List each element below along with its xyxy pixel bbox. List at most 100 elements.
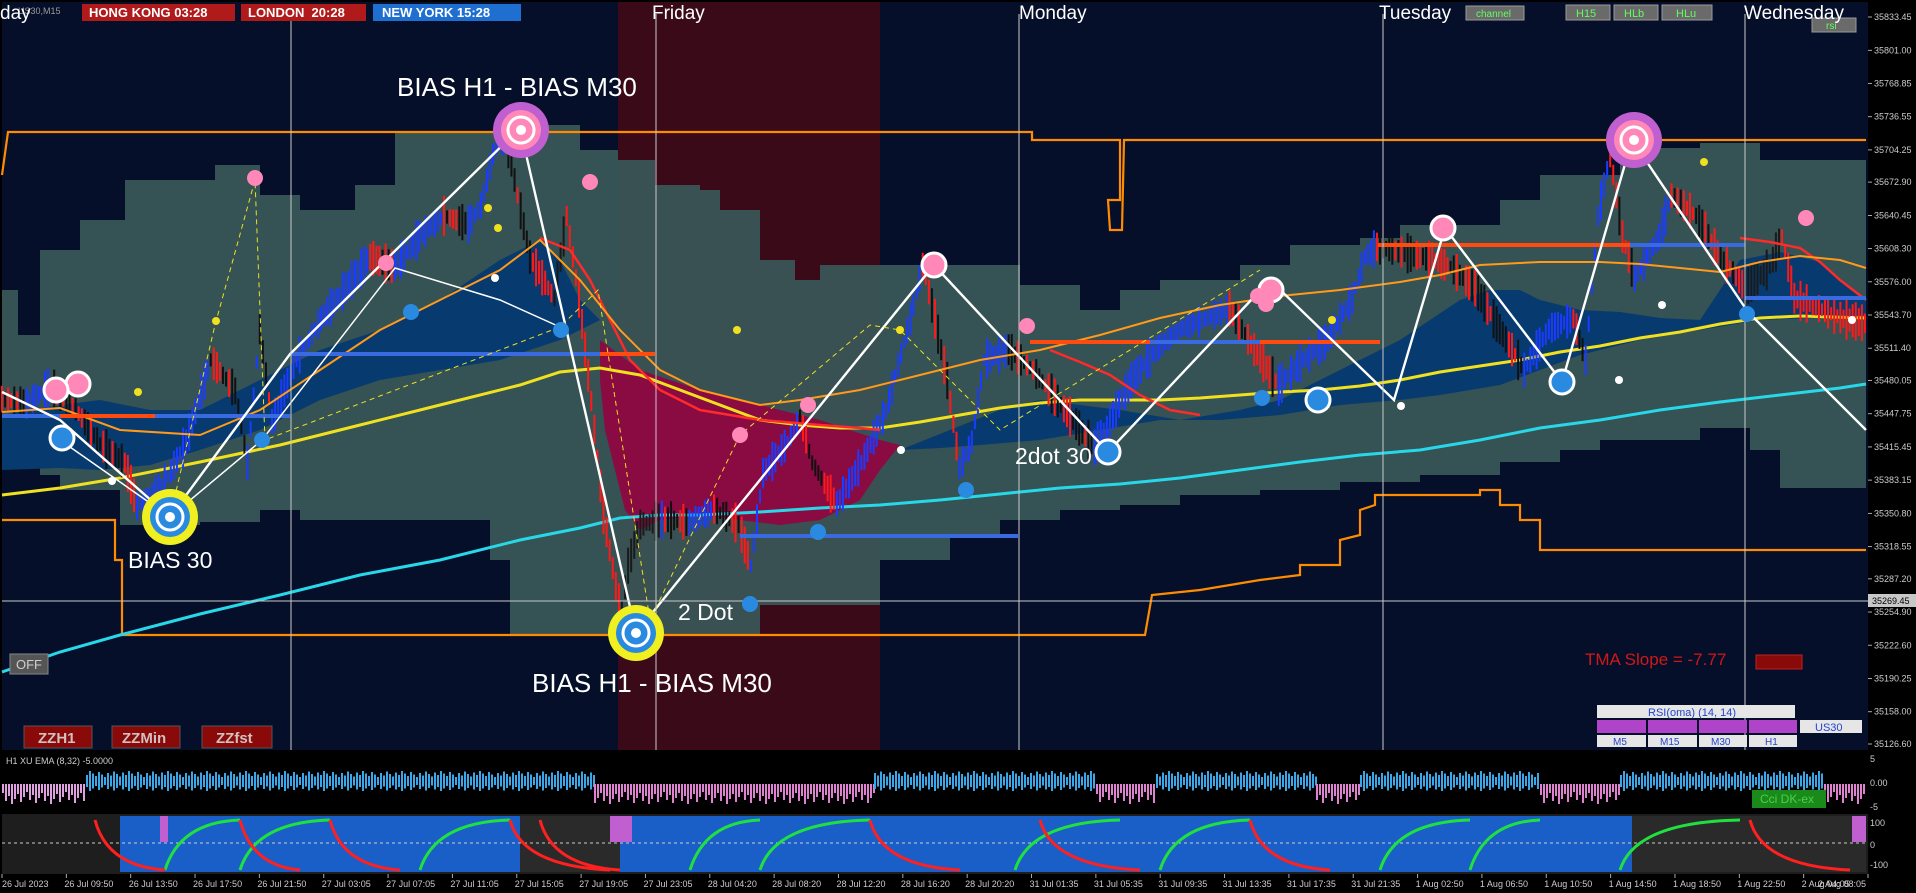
h15-button[interactable]: H15 bbox=[1565, 4, 1611, 21]
indicator-1-bar bbox=[877, 775, 879, 787]
indicator-1-bar bbox=[672, 784, 674, 803]
current-price-label: 35269.45 bbox=[1872, 596, 1910, 606]
indicator-1-bar bbox=[1516, 775, 1518, 787]
indicator-1-bar bbox=[1192, 771, 1194, 791]
indicator-1-bar bbox=[1210, 773, 1212, 789]
annotation-bias-h1-m30-bottom: BIAS H1 - BIAS M30 bbox=[532, 668, 772, 698]
indicator-1-bar bbox=[603, 784, 605, 801]
indicator-1-bar bbox=[176, 772, 178, 790]
rsi-tf-m15[interactable]: M15 bbox=[1660, 737, 1680, 748]
day-label-wednesday: Wednesday bbox=[1744, 3, 1844, 24]
indicator-1-bar bbox=[925, 776, 927, 786]
indicator-1-bar bbox=[482, 773, 484, 789]
time-axis-label: 28 Jul 12:20 bbox=[836, 879, 885, 889]
indicator-1-bar bbox=[587, 776, 589, 786]
indicator-1-bar bbox=[1111, 784, 1113, 795]
price-axis-label: 35222.60 bbox=[1874, 640, 1912, 650]
indicator-2-plot bbox=[2, 816, 1866, 872]
indicator-1-bar bbox=[158, 776, 160, 786]
indicator-1-bar bbox=[1839, 784, 1841, 795]
indicator-1-bar bbox=[801, 784, 803, 796]
time-axis-label: 28 Jul 20:20 bbox=[965, 879, 1014, 889]
zzfst-button[interactable]: ZZfst bbox=[201, 725, 273, 749]
indicator-1-bar bbox=[1381, 773, 1383, 789]
indicator-1-bar bbox=[843, 784, 845, 804]
indicator-1-bar bbox=[1165, 775, 1167, 787]
indicator-1-bar bbox=[940, 776, 942, 786]
indicator-1-bar bbox=[771, 784, 773, 794]
indicator-1-bar bbox=[1513, 772, 1515, 790]
hlu-button[interactable]: HLu bbox=[1661, 4, 1713, 21]
indicator-1-bar bbox=[407, 776, 409, 786]
indicator-1-bar bbox=[1276, 776, 1278, 786]
indicator-1-bar bbox=[1000, 774, 1002, 788]
indicator-1-bar bbox=[1039, 774, 1041, 788]
indicator-1-bar bbox=[669, 784, 671, 795]
indicator-1-bar bbox=[1650, 774, 1652, 788]
rsi-tf-h1[interactable]: H1 bbox=[1765, 737, 1778, 748]
pink-dot-marker bbox=[378, 255, 394, 271]
price-axis-label: 35511.40 bbox=[1874, 343, 1911, 353]
zzmin-button[interactable]: ZZMin bbox=[111, 725, 181, 749]
indicator-1-bar bbox=[895, 771, 897, 791]
indicator-1-bar bbox=[20, 784, 22, 802]
indicator-1-bar bbox=[332, 772, 334, 790]
indicator-1-bar bbox=[500, 775, 502, 787]
off-button[interactable]: OFF bbox=[9, 653, 49, 675]
indicator-1-bar bbox=[1600, 784, 1602, 799]
indicator-1-bar bbox=[1567, 784, 1569, 802]
indicator-1-bar bbox=[1153, 784, 1155, 803]
white-dot-marker bbox=[1615, 376, 1623, 384]
indicator-1-bar bbox=[377, 777, 379, 785]
indicator-1-bar bbox=[1791, 774, 1793, 788]
indicator-1-bar bbox=[1594, 784, 1596, 796]
time-axis-label: 1 Aug 22:50 bbox=[1737, 879, 1785, 889]
indicator-1-bar bbox=[107, 773, 109, 789]
indicator-1-bar bbox=[533, 777, 535, 785]
yellow-dot-marker bbox=[484, 204, 492, 212]
indicator-1-bar bbox=[572, 777, 574, 785]
indicator-1-bar bbox=[557, 771, 559, 791]
indicator-1-bar bbox=[889, 772, 891, 790]
indicator-1-bar bbox=[1435, 772, 1437, 790]
indicator-1-bar bbox=[365, 773, 367, 789]
day-label-0: day bbox=[0, 3, 31, 24]
rsi-tf-m30[interactable]: M30 bbox=[1711, 737, 1731, 748]
indicator-1-bar bbox=[1606, 784, 1608, 802]
indicator-1-bar bbox=[1537, 773, 1539, 789]
indicator-1-bar bbox=[218, 774, 220, 788]
indicator-1-bar bbox=[305, 775, 307, 787]
indicator-1-bar bbox=[837, 784, 839, 801]
indicator-1-bar bbox=[1162, 772, 1164, 790]
indicator-1-bar bbox=[994, 775, 996, 787]
indicator-1-bar bbox=[732, 784, 734, 794]
time-axis-label: 27 Jul 15:05 bbox=[515, 879, 564, 889]
indicator-1-bar bbox=[1656, 772, 1658, 790]
indicator-1-bar bbox=[206, 771, 208, 791]
indicator-1-bar bbox=[428, 774, 430, 788]
rsi-tf-m5[interactable]: M5 bbox=[1613, 737, 1627, 748]
indicator-1-bar bbox=[1719, 773, 1721, 789]
price-axis-label: 35576.00 bbox=[1874, 277, 1912, 287]
indicator-1-bar bbox=[26, 784, 28, 792]
zzh1-button[interactable]: ZZH1 bbox=[23, 725, 93, 749]
indicator-1-bar bbox=[907, 774, 909, 788]
indicator-1-bar bbox=[735, 784, 737, 802]
indicator-1-bar bbox=[1615, 784, 1617, 800]
indicator-1-bar bbox=[702, 784, 704, 792]
indicator-1-bar bbox=[485, 776, 487, 786]
indicator-1-bar bbox=[1767, 774, 1769, 788]
indicator-1-bar bbox=[56, 784, 58, 794]
hlb-button[interactable]: HLb bbox=[1613, 4, 1659, 21]
indicator-1-bar bbox=[946, 774, 948, 788]
indicator-1-bar bbox=[419, 773, 421, 789]
indicator-1-bar bbox=[1306, 775, 1308, 787]
indicator-1-bar bbox=[1444, 773, 1446, 789]
indicator-1-bar bbox=[284, 771, 286, 791]
indicator-1-bar bbox=[1764, 771, 1766, 791]
indicator-1-bar bbox=[209, 773, 211, 789]
indicator-1-bar bbox=[759, 784, 761, 801]
channel-button[interactable]: channel bbox=[1465, 5, 1525, 21]
indicator-1-bar bbox=[467, 774, 469, 788]
white-dot-marker bbox=[491, 274, 499, 282]
